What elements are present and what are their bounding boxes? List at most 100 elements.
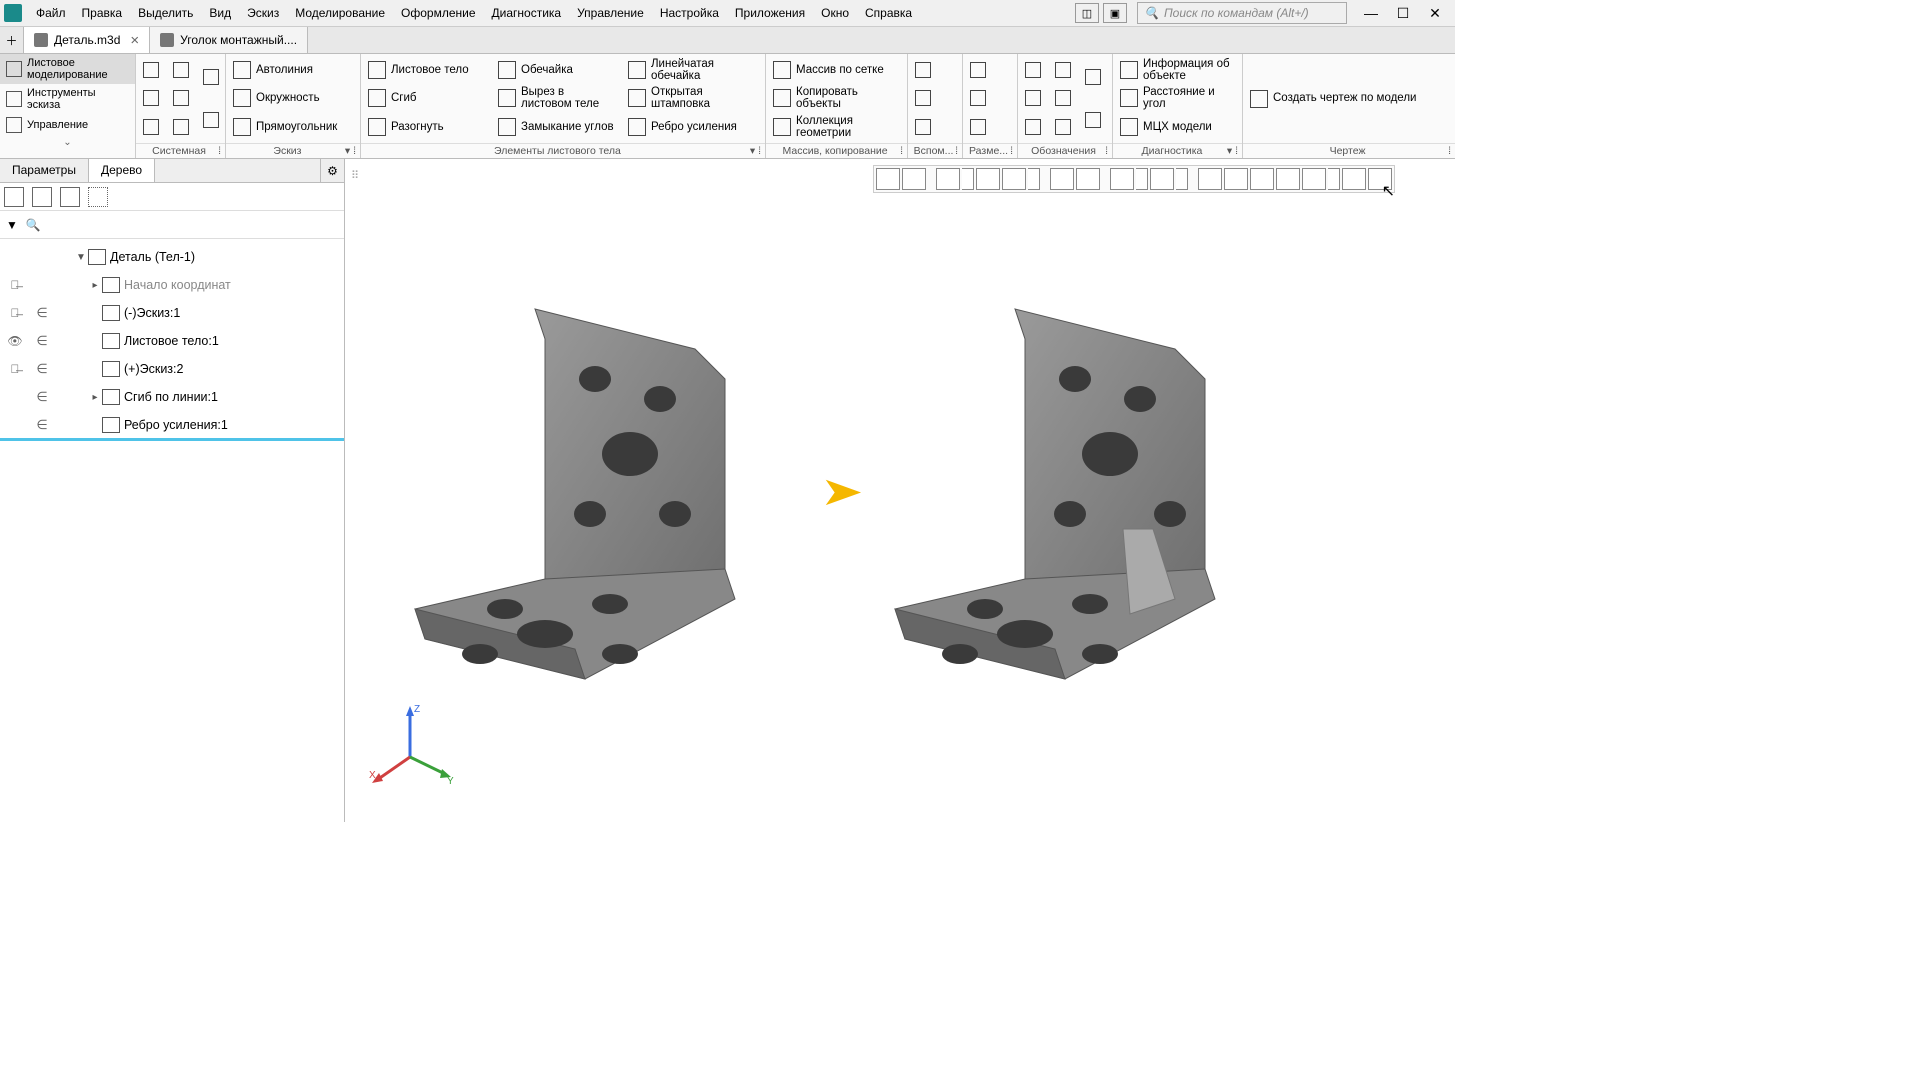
view-tool[interactable]: [1224, 168, 1248, 190]
unbend-button[interactable]: Разогнуть: [365, 113, 487, 140]
zoom-dropdown[interactable]: [962, 168, 974, 190]
copy-objects-button[interactable]: Копировать объекты: [770, 85, 903, 112]
filter-dropdown[interactable]: [1328, 168, 1340, 190]
menu-settings[interactable]: Настройка: [652, 2, 727, 24]
menu-window[interactable]: Окно: [813, 2, 857, 24]
annot-btn[interactable]: [1052, 113, 1074, 140]
tree-sketch-2[interactable]: 👁̶∈ (+)Эскиз:2: [0, 355, 344, 383]
info-object-button[interactable]: Информация об объекте: [1117, 57, 1238, 84]
menu-select[interactable]: Выделить: [130, 2, 201, 24]
tree-tool-4[interactable]: [88, 187, 108, 207]
layout-icon-2[interactable]: ▣: [1103, 3, 1127, 23]
dim-btn-3[interactable]: [967, 113, 989, 140]
command-search[interactable]: 🔍 Поиск по командам (Alt+/): [1137, 2, 1347, 24]
annot-btn[interactable]: [1052, 85, 1074, 112]
tree-sheet-body-1[interactable]: 👁∈ Листовое тело:1: [0, 327, 344, 355]
aux-btn-1[interactable]: [912, 57, 934, 84]
geom-collection-button[interactable]: Коллекция геометрии: [770, 113, 903, 140]
menu-sketch[interactable]: Эскиз: [239, 2, 287, 24]
annot-btn[interactable]: [1022, 113, 1044, 140]
orient-dropdown[interactable]: [1028, 168, 1040, 190]
rectangle-button[interactable]: Прямоугольник: [230, 113, 340, 140]
ribbon-tab-sketch-tools[interactable]: Инструменты эскиза: [0, 84, 135, 114]
tree-tool-2[interactable]: [32, 187, 52, 207]
menu-manage[interactable]: Управление: [569, 2, 652, 24]
view-tool[interactable]: [1276, 168, 1300, 190]
sheet-cut-button[interactable]: Вырез в листовом теле: [495, 85, 617, 112]
dropdown[interactable]: [1176, 168, 1188, 190]
close-corners-button[interactable]: Замыкание углов: [495, 113, 617, 140]
zoom-tool[interactable]: [936, 168, 960, 190]
menu-apps[interactable]: Приложения: [727, 2, 813, 24]
menu-edit[interactable]: Правка: [74, 2, 131, 24]
close-button[interactable]: ✕: [1423, 3, 1447, 23]
tab-close-icon[interactable]: ×: [130, 32, 139, 49]
new-button[interactable]: [140, 57, 162, 84]
annot-btn[interactable]: [1052, 57, 1074, 84]
tree-tab[interactable]: Дерево: [88, 159, 155, 182]
ribbon-tabs-expand[interactable]: ⌄: [0, 136, 135, 149]
shell-button[interactable]: Обечайка: [495, 57, 617, 84]
open-button[interactable]: [170, 57, 192, 84]
tree-sketch-1[interactable]: 👁̶∈ (-)Эскиз:1: [0, 299, 344, 327]
dim-btn-2[interactable]: [967, 85, 989, 112]
ribbon-tab-sheet-modeling[interactable]: Листовое моделирование: [0, 54, 135, 84]
view-tool[interactable]: [1198, 168, 1222, 190]
menu-decor[interactable]: Оформление: [393, 2, 483, 24]
aux-btn-2[interactable]: [912, 85, 934, 112]
coordinate-triad[interactable]: Z X Y: [365, 702, 455, 792]
preview-button[interactable]: [170, 85, 192, 112]
annot-btn[interactable]: [1082, 64, 1104, 91]
tree-rib-1[interactable]: ∈ Ребро усиления:1: [0, 411, 344, 439]
create-drawing-button[interactable]: Создать чертеж по модели: [1247, 85, 1419, 112]
view-tool[interactable]: [876, 168, 900, 190]
app-icon[interactable]: [4, 4, 22, 22]
params-tab[interactable]: Параметры: [0, 159, 88, 182]
mass-props-button[interactable]: МЦХ модели: [1117, 113, 1238, 140]
layout-icon-1[interactable]: ◫: [1075, 3, 1099, 23]
menu-file[interactable]: Файл: [28, 2, 74, 24]
aux-btn-3[interactable]: [912, 113, 934, 140]
menu-diagnostics[interactable]: Диагностика: [484, 2, 570, 24]
filter-icon[interactable]: ▼: [6, 218, 18, 232]
annot-btn[interactable]: [1022, 85, 1044, 112]
doc-tab-2[interactable]: Уголок монтажный....: [150, 27, 308, 53]
tree-tool-3[interactable]: [60, 187, 80, 207]
rib-button[interactable]: Ребро усиления: [625, 113, 757, 140]
open-stamp-button[interactable]: Открытая штамповка: [625, 85, 757, 112]
view-tool[interactable]: [1342, 168, 1366, 190]
saveas-button[interactable]: [200, 106, 222, 133]
tree-origin[interactable]: 👁̶ ▸ Начало координат: [0, 271, 344, 299]
annot-btn[interactable]: [1022, 57, 1044, 84]
view-tool[interactable]: [1250, 168, 1274, 190]
annot-btn[interactable]: [1082, 106, 1104, 133]
view-tool[interactable]: [902, 168, 926, 190]
view-tool[interactable]: [1050, 168, 1074, 190]
toolbar-handle[interactable]: ⠿: [351, 169, 361, 185]
shade-dropdown[interactable]: [1136, 168, 1148, 190]
tree-bend-1[interactable]: ∈ ▸ Сгиб по линии:1: [0, 383, 344, 411]
grid-pattern-button[interactable]: Массив по сетке: [770, 57, 903, 84]
print-button[interactable]: [140, 85, 162, 112]
distance-angle-button[interactable]: Расстояние и угол: [1117, 85, 1238, 112]
view-tool[interactable]: [976, 168, 1000, 190]
menu-modeling[interactable]: Моделирование: [287, 2, 393, 24]
undo-button[interactable]: [140, 113, 162, 140]
doc-tab-active[interactable]: Деталь.m3d ×: [24, 27, 150, 53]
view-tool[interactable]: [1076, 168, 1100, 190]
minimize-button[interactable]: —: [1359, 3, 1383, 23]
dim-btn-1[interactable]: [967, 57, 989, 84]
menu-help[interactable]: Справка: [857, 2, 920, 24]
view-tool[interactable]: [1150, 168, 1174, 190]
filter-tool[interactable]: [1302, 168, 1326, 190]
save-button[interactable]: [200, 64, 222, 91]
bend-button[interactable]: Сгиб: [365, 85, 487, 112]
tree-tool-1[interactable]: [4, 187, 24, 207]
tree-search-input[interactable]: [49, 218, 338, 232]
menu-view[interactable]: Вид: [201, 2, 239, 24]
autoline-button[interactable]: Автолиния: [230, 57, 340, 84]
orient-tool[interactable]: [1002, 168, 1026, 190]
ribbon-tab-manage[interactable]: Управление: [0, 114, 135, 136]
new-tab-button[interactable]: ＋: [0, 27, 24, 53]
redo-button[interactable]: [170, 113, 192, 140]
